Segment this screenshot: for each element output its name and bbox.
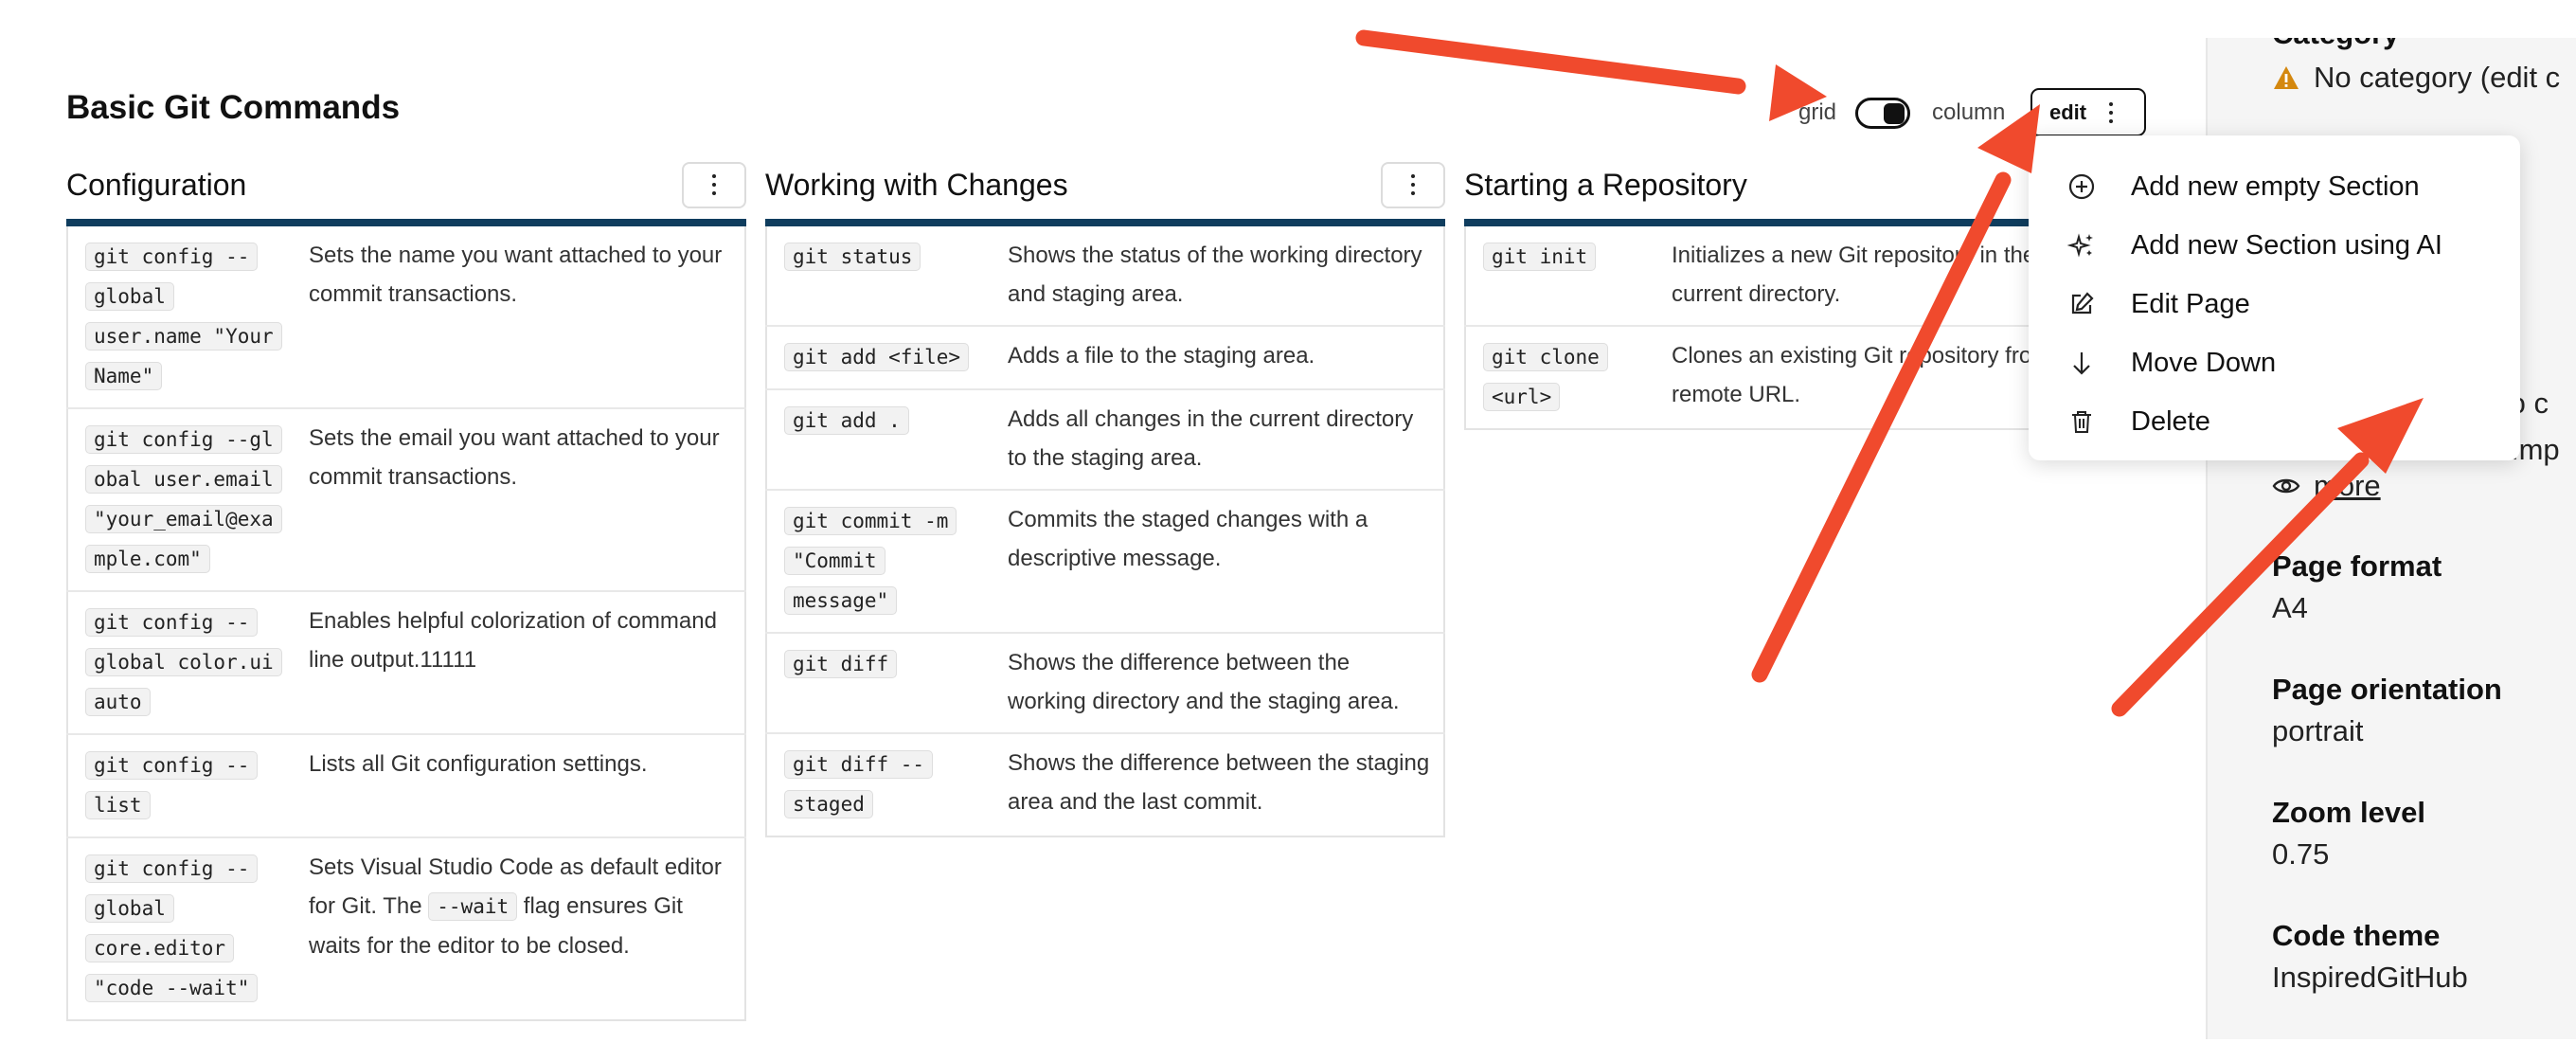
page-format-value[interactable]: A4 xyxy=(2272,591,2442,625)
annotation-arrow xyxy=(1355,29,1827,121)
command-description: Enables helpful colorization of command … xyxy=(292,591,745,735)
command-description: Lists all Git configuration settings. xyxy=(292,734,745,838)
command-description: Sets Visual Studio Code as default edito… xyxy=(309,854,722,959)
category-heading: Category xyxy=(2272,38,2399,51)
command-code: git config --global core.editor "code --… xyxy=(85,854,259,1002)
table-row: git clone <url> Clones an existing Git r… xyxy=(1465,326,2088,429)
kebab-icon xyxy=(1411,174,1415,195)
command-code: git add . xyxy=(784,406,909,435)
command-code: git config --global user.email "your_ema… xyxy=(85,425,282,573)
section-starting-a-repository: Starting a Repository git init Initializ… xyxy=(1464,154,2089,430)
command-code: git config --global user.name "Your Name… xyxy=(85,243,282,390)
command-code: git init xyxy=(1483,243,1597,271)
commands-table: git config --global user.name "Your Name… xyxy=(66,226,746,1021)
section-color-bar xyxy=(1464,219,2089,226)
category-value[interactable]: No category (edit c xyxy=(2272,61,2560,95)
code-theme-field: Code theme InspiredGitHub xyxy=(2272,919,2468,995)
toggle-knob xyxy=(1884,102,1905,124)
menu-item-delete[interactable]: Delete xyxy=(2029,392,2520,451)
section-title: Configuration xyxy=(66,167,247,202)
page-orientation-field: Page orientation portrait xyxy=(2272,673,2502,748)
command-description: Adds a file to the staging area. xyxy=(991,326,1444,390)
table-row: git config --global color.ui auto Enable… xyxy=(67,591,745,735)
table-row: git init Initializes a new Git repositor… xyxy=(1465,226,2088,327)
command-description: Commits the staged changes with a descri… xyxy=(991,490,1444,634)
zoom-level-heading: Zoom level xyxy=(2272,796,2425,829)
menu-item-move-down[interactable]: Move Down xyxy=(2029,333,2520,392)
table-row: git status Shows the status of the worki… xyxy=(766,226,1444,327)
command-code: git clone <url> xyxy=(1483,343,1608,411)
section-header: Starting a Repository xyxy=(1464,154,2089,215)
code-theme-value[interactable]: InspiredGitHub xyxy=(2272,961,2468,995)
commands-table: git init Initializes a new Git repositor… xyxy=(1464,226,2089,430)
pencil-square-icon xyxy=(2066,289,2097,319)
commands-table: git status Shows the status of the worki… xyxy=(765,226,1445,837)
column-label: column xyxy=(1932,99,2006,125)
table-row: git config --global user.email "your_ema… xyxy=(67,408,745,592)
command-code: git diff --staged xyxy=(784,750,934,818)
code-theme-heading: Code theme xyxy=(2272,919,2441,952)
eye-icon xyxy=(2272,476,2300,496)
sparkles-icon xyxy=(2066,230,2097,261)
command-description: Sets the name you want attached to your … xyxy=(292,226,745,409)
plus-circle-icon xyxy=(2066,171,2097,202)
command-code: git config --global color.ui auto xyxy=(85,608,282,716)
command-code: git commit -m "Commit message" xyxy=(784,507,957,615)
zoom-level-value[interactable]: 0.75 xyxy=(2272,837,2425,872)
section-menu-button[interactable] xyxy=(682,161,746,208)
menu-item-edit-page[interactable]: Edit Page xyxy=(2029,275,2520,333)
inline-code: --wait xyxy=(428,892,518,921)
page-orientation-value[interactable]: portrait xyxy=(2272,714,2502,748)
page-format-field: Page format A4 xyxy=(2272,549,2442,625)
arrow-down-icon xyxy=(2066,348,2097,378)
warning-icon xyxy=(2272,64,2300,91)
page-orientation-heading: Page orientation xyxy=(2272,673,2502,706)
command-description: Shows the difference between the staging… xyxy=(1008,750,1430,815)
page-title: Basic Git Commands xyxy=(66,89,401,126)
section-title: Starting a Repository xyxy=(1464,167,1747,202)
layout-toggle: grid column xyxy=(1798,95,2005,131)
section-color-bar xyxy=(765,219,1445,226)
table-row: git diff Shows the difference between th… xyxy=(766,633,1444,734)
table-row: git add <file> Adds a file to the stagin… xyxy=(766,326,1444,390)
edit-button-label: edit xyxy=(2049,99,2087,124)
section-color-bar xyxy=(66,219,746,226)
layout-toggle-switch[interactable] xyxy=(1855,97,1911,129)
edit-button[interactable]: edit xyxy=(2030,88,2146,136)
kebab-icon xyxy=(712,174,716,195)
command-code: git status xyxy=(784,243,921,271)
section-configuration: Configuration git config --global user.n… xyxy=(66,154,746,1021)
section-header: Working with Changes xyxy=(765,154,1445,215)
command-description: Clones an existing Git repository from a… xyxy=(1672,343,2070,407)
menu-item-add-section-ai[interactable]: Add new Section using AI xyxy=(2029,216,2520,275)
zoom-level-field: Zoom level 0.75 xyxy=(2272,796,2425,872)
table-row: git config --list Lists all Git configur… xyxy=(67,734,745,838)
table-row: git commit -m "Commit message" Commits t… xyxy=(766,490,1444,634)
section-header: Configuration xyxy=(66,154,746,215)
command-code: git diff xyxy=(784,650,898,678)
command-description: Initializes a new Git repository in the … xyxy=(1655,226,2088,327)
edit-dropdown-menu: Add new empty Section Add new Section us… xyxy=(2029,135,2520,460)
command-description: Sets the email you want attached to your… xyxy=(292,408,745,592)
table-row: git diff --staged Shows the difference b… xyxy=(766,733,1444,836)
command-code: git add <file> xyxy=(784,343,970,371)
more-link[interactable]: more xyxy=(2272,469,2381,503)
section-working-with-changes: Working with Changes git status Shows th… xyxy=(765,154,1445,837)
command-code: git config --list xyxy=(85,751,259,819)
grid-label: grid xyxy=(1798,99,1837,125)
command-description: Shows the difference between the working… xyxy=(991,633,1444,734)
menu-item-add-empty-section[interactable]: Add new empty Section xyxy=(2029,157,2520,216)
section-menu-button[interactable] xyxy=(1381,161,1445,208)
trash-icon xyxy=(2066,406,2097,437)
section-title: Working with Changes xyxy=(765,167,1068,202)
table-row: git add . Adds all changes in the curren… xyxy=(766,389,1444,491)
kebab-icon xyxy=(2109,101,2114,123)
command-description: Adds all changes in the current director… xyxy=(991,389,1444,491)
table-row: git config --global core.editor "code --… xyxy=(67,837,745,1020)
command-description: Shows the status of the working director… xyxy=(991,226,1444,327)
page-format-heading: Page format xyxy=(2272,549,2442,583)
table-row: git config --global user.name "Your Name… xyxy=(67,226,745,409)
